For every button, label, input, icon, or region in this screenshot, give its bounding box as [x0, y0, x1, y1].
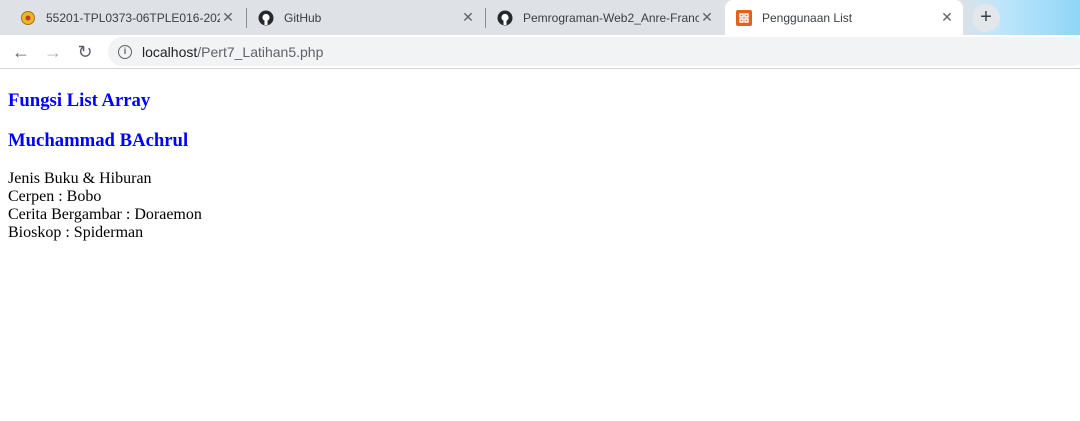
list-item: Jenis Buku & Hiburan: [8, 170, 152, 187]
tab-divider: [485, 8, 486, 28]
heading-author: Muchammad BAchrul: [8, 130, 189, 151]
heading-title: Fungsi List Array: [8, 90, 151, 111]
tab-github[interactable]: GitHub ✕: [248, 0, 484, 35]
tab-strip: 55201-TPL0373-06TPLE016-2020 ✕ GitHub ✕ …: [0, 0, 1080, 35]
address-bar[interactable]: i localhost/Pert7_Latihan5.php: [108, 37, 1080, 66]
arrow-left-icon: ←: [12, 42, 30, 62]
page-content: Fungsi List Array Muchammad BAchrul Jeni…: [8, 90, 202, 242]
reload-button[interactable]: ↻: [71, 38, 99, 66]
xampp-icon: [736, 9, 752, 26]
close-icon[interactable]: ✕: [460, 9, 476, 26]
tab-divider: [246, 8, 247, 28]
info-icon[interactable]: i: [118, 44, 132, 59]
close-icon[interactable]: ✕: [220, 9, 236, 26]
list-item: Cerita Bergambar : Doraemon: [8, 206, 202, 223]
list-item: Cerpen : Bobo: [8, 188, 102, 205]
back-button[interactable]: ←: [7, 38, 35, 66]
new-tab-button[interactable]: +: [972, 4, 1000, 32]
close-icon[interactable]: ✕: [699, 9, 715, 26]
tab-title: 55201-TPL0373-06TPLE016-2020: [46, 10, 220, 25]
url-host: localhost: [142, 43, 198, 60]
reload-icon: ↻: [77, 42, 93, 62]
tab-title: Penggunaan List: [762, 10, 853, 25]
tab-github-repo[interactable]: Pemrograman-Web2_Anre-Franc ✕: [487, 0, 723, 35]
close-icon[interactable]: ✕: [939, 9, 955, 26]
tab-title: GitHub: [284, 10, 322, 25]
forward-button[interactable]: →: [39, 38, 67, 66]
toolbar: ← → ↻ i localhost/Pert7_Latihan5.php: [0, 35, 1080, 69]
moodle-icon: [21, 10, 35, 25]
tab-moodle[interactable]: 55201-TPL0373-06TPLE016-2020 ✕: [12, 0, 244, 35]
list-item: Bioskop : Spiderman: [8, 224, 144, 241]
url-path: /Pert7_Latihan5.php: [197, 43, 324, 60]
github-icon: [497, 10, 513, 25]
github-icon: [258, 10, 274, 25]
arrow-right-icon: →: [44, 42, 62, 62]
tab-title: Pemrograman-Web2_Anre-Franc: [523, 10, 699, 25]
tab-penggunaan-list[interactable]: Penggunaan List ✕: [725, 0, 963, 35]
